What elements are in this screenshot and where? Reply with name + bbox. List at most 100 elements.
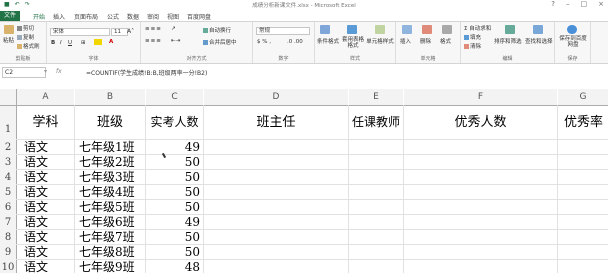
cell-class[interactable]: 七年级3班 xyxy=(79,170,135,185)
currency-icon[interactable]: $ % , xyxy=(257,39,271,45)
help-icon[interactable]: ? xyxy=(551,0,555,8)
row-header[interactable]: 2 xyxy=(0,140,17,155)
maximize-icon[interactable]: □ xyxy=(581,0,588,8)
column-header-b[interactable]: B xyxy=(75,89,145,106)
header-cell-class[interactable]: 班级 xyxy=(75,106,145,139)
tab-data[interactable]: 数据 xyxy=(127,12,139,21)
header-cell-head-teacher[interactable]: 班主任 xyxy=(204,106,348,139)
copy-button[interactable]: 复制 xyxy=(17,33,34,41)
cell-subject[interactable]: 语文 xyxy=(24,140,48,155)
row-header[interactable]: 8 xyxy=(0,230,17,245)
tab-file[interactable]: 文件 xyxy=(0,11,21,21)
cell-class[interactable]: 七年级5班 xyxy=(79,200,135,215)
column-header-e[interactable]: E xyxy=(349,89,403,106)
cell-class[interactable]: 七年级1班 xyxy=(79,140,135,155)
cell-subject[interactable]: 语文 xyxy=(24,260,48,273)
indent-icon[interactable]: ⇤⇥ xyxy=(171,38,180,44)
autosum-button[interactable]: Σ 自动求和 xyxy=(464,24,491,32)
select-all-corner[interactable] xyxy=(0,89,17,106)
cell-count[interactable]: 48 xyxy=(146,260,200,273)
tab-view[interactable]: 视图 xyxy=(167,12,179,21)
font-color-icon[interactable]: A xyxy=(109,39,113,45)
cell-subject[interactable]: 语文 xyxy=(24,170,48,185)
row-header[interactable]: 7 xyxy=(0,215,17,230)
cell-subject[interactable]: 语文 xyxy=(24,185,48,200)
minimize-icon[interactable]: – xyxy=(566,0,570,8)
merge-center-button[interactable]: 合并后居中 xyxy=(203,38,237,46)
header-cell-teacher[interactable]: 任课教师 xyxy=(349,106,403,139)
align-top-icon[interactable]: ≡≡≡ xyxy=(145,26,162,32)
number-format-select[interactable]: 常规 xyxy=(256,27,310,35)
underline-button[interactable]: U xyxy=(68,40,72,46)
column-header-f[interactable]: F xyxy=(404,89,557,106)
cell-subject[interactable]: 语文 xyxy=(24,245,48,260)
header-cell-excellent-count[interactable]: 优秀人数 xyxy=(404,106,557,139)
formula-input[interactable]: =COUNTIF(学生成绩!B:B,班级两率一分!B2) xyxy=(86,68,207,77)
format-painter-button[interactable]: 格式刷 xyxy=(17,42,40,50)
conditional-format-button[interactable]: 条件格式 xyxy=(315,37,341,45)
font-size-select[interactable]: 11 xyxy=(111,28,128,36)
cell-count[interactable]: 50 xyxy=(146,185,200,200)
sort-filter-button[interactable]: 排序和筛选 xyxy=(494,37,522,45)
cell-styles-button[interactable]: 单元格样式 xyxy=(365,37,395,45)
tab-insert[interactable]: 插入 xyxy=(53,12,65,21)
italic-button[interactable]: I xyxy=(60,40,62,46)
cell-count[interactable]: 50 xyxy=(146,200,200,215)
row-header[interactable]: 5 xyxy=(0,185,17,200)
save-to-baidu-button[interactable]: 保存到百度网盘 xyxy=(557,36,589,48)
decimal-icon[interactable]: .0 .00 xyxy=(287,39,303,45)
cell-count[interactable]: 50 xyxy=(146,170,200,185)
close-icon[interactable]: × xyxy=(598,0,604,8)
row-header[interactable]: 6 xyxy=(0,200,17,215)
wrap-text-button[interactable]: 自动换行 xyxy=(203,26,231,34)
format-button[interactable]: 格式 xyxy=(440,37,451,45)
fill-color-icon[interactable] xyxy=(94,39,102,45)
row-header[interactable]: 1 xyxy=(0,106,17,140)
cell-subject[interactable]: 语文 xyxy=(24,155,48,170)
column-header-d[interactable]: D xyxy=(204,89,348,106)
bold-button[interactable]: B xyxy=(51,40,55,46)
name-box-dropdown-icon[interactable]: ▾ xyxy=(44,68,47,75)
header-cell-excellent-rate[interactable]: 优秀率 xyxy=(558,106,608,139)
fill-button[interactable]: 填充 xyxy=(464,33,481,41)
cell-subject[interactable]: 语文 xyxy=(24,200,48,215)
cell-count[interactable]: 50 xyxy=(146,230,200,245)
orientation-icon[interactable]: ↗ xyxy=(171,26,176,32)
tab-formulas[interactable]: 公式 xyxy=(107,12,119,21)
cell-count[interactable]: 49 xyxy=(146,215,200,230)
find-select-button[interactable]: 查找和选择 xyxy=(525,37,553,45)
tab-baidu-pan[interactable]: 百度网盘 xyxy=(187,12,211,21)
fx-icon[interactable]: fx xyxy=(56,68,62,75)
cell-count[interactable]: 49 xyxy=(146,140,200,155)
cell-count[interactable]: 50 xyxy=(146,245,200,260)
cell-class[interactable]: 七年级9班 xyxy=(79,260,135,273)
cell-class[interactable]: 七年级4班 xyxy=(79,185,135,200)
header-cell-subject[interactable]: 学科 xyxy=(17,106,74,139)
row-header[interactable]: 10 xyxy=(0,260,17,273)
cell-count[interactable]: 50 xyxy=(146,155,200,170)
row-header[interactable]: 3 xyxy=(0,155,17,170)
cut-button[interactable]: 剪切 xyxy=(17,24,34,32)
insert-button[interactable]: 插入 xyxy=(400,37,411,45)
paste-icon[interactable] xyxy=(4,25,14,34)
cell-class[interactable]: 七年级2班 xyxy=(79,155,135,170)
cell-class[interactable]: 七年级7班 xyxy=(79,230,135,245)
tab-review[interactable]: 审阅 xyxy=(147,12,159,21)
cell-class[interactable]: 七年级6班 xyxy=(79,215,135,230)
header-cell-count[interactable]: 实考人数 xyxy=(146,106,203,139)
cell-subject[interactable]: 语文 xyxy=(24,215,48,230)
row-header[interactable]: 4 xyxy=(0,170,17,185)
tab-home[interactable]: 开始 xyxy=(33,12,45,21)
cell-subject[interactable]: 语文 xyxy=(24,230,48,245)
column-header-a[interactable]: A xyxy=(17,89,74,106)
clear-button[interactable]: 清除 xyxy=(464,42,481,50)
paste-button[interactable]: 粘贴 xyxy=(3,36,14,44)
column-header-g[interactable]: G xyxy=(558,89,608,106)
column-header-c[interactable]: C xyxy=(146,89,203,106)
row-header[interactable]: 9 xyxy=(0,245,17,260)
format-as-table-button[interactable]: 套用表格格式 xyxy=(340,37,366,49)
delete-button[interactable]: 删除 xyxy=(420,37,431,45)
tab-page-layout[interactable]: 页面布局 xyxy=(74,12,98,21)
font-name-select[interactable]: 宋体 xyxy=(50,28,110,36)
borders-icon[interactable]: ⊞ xyxy=(81,40,86,46)
